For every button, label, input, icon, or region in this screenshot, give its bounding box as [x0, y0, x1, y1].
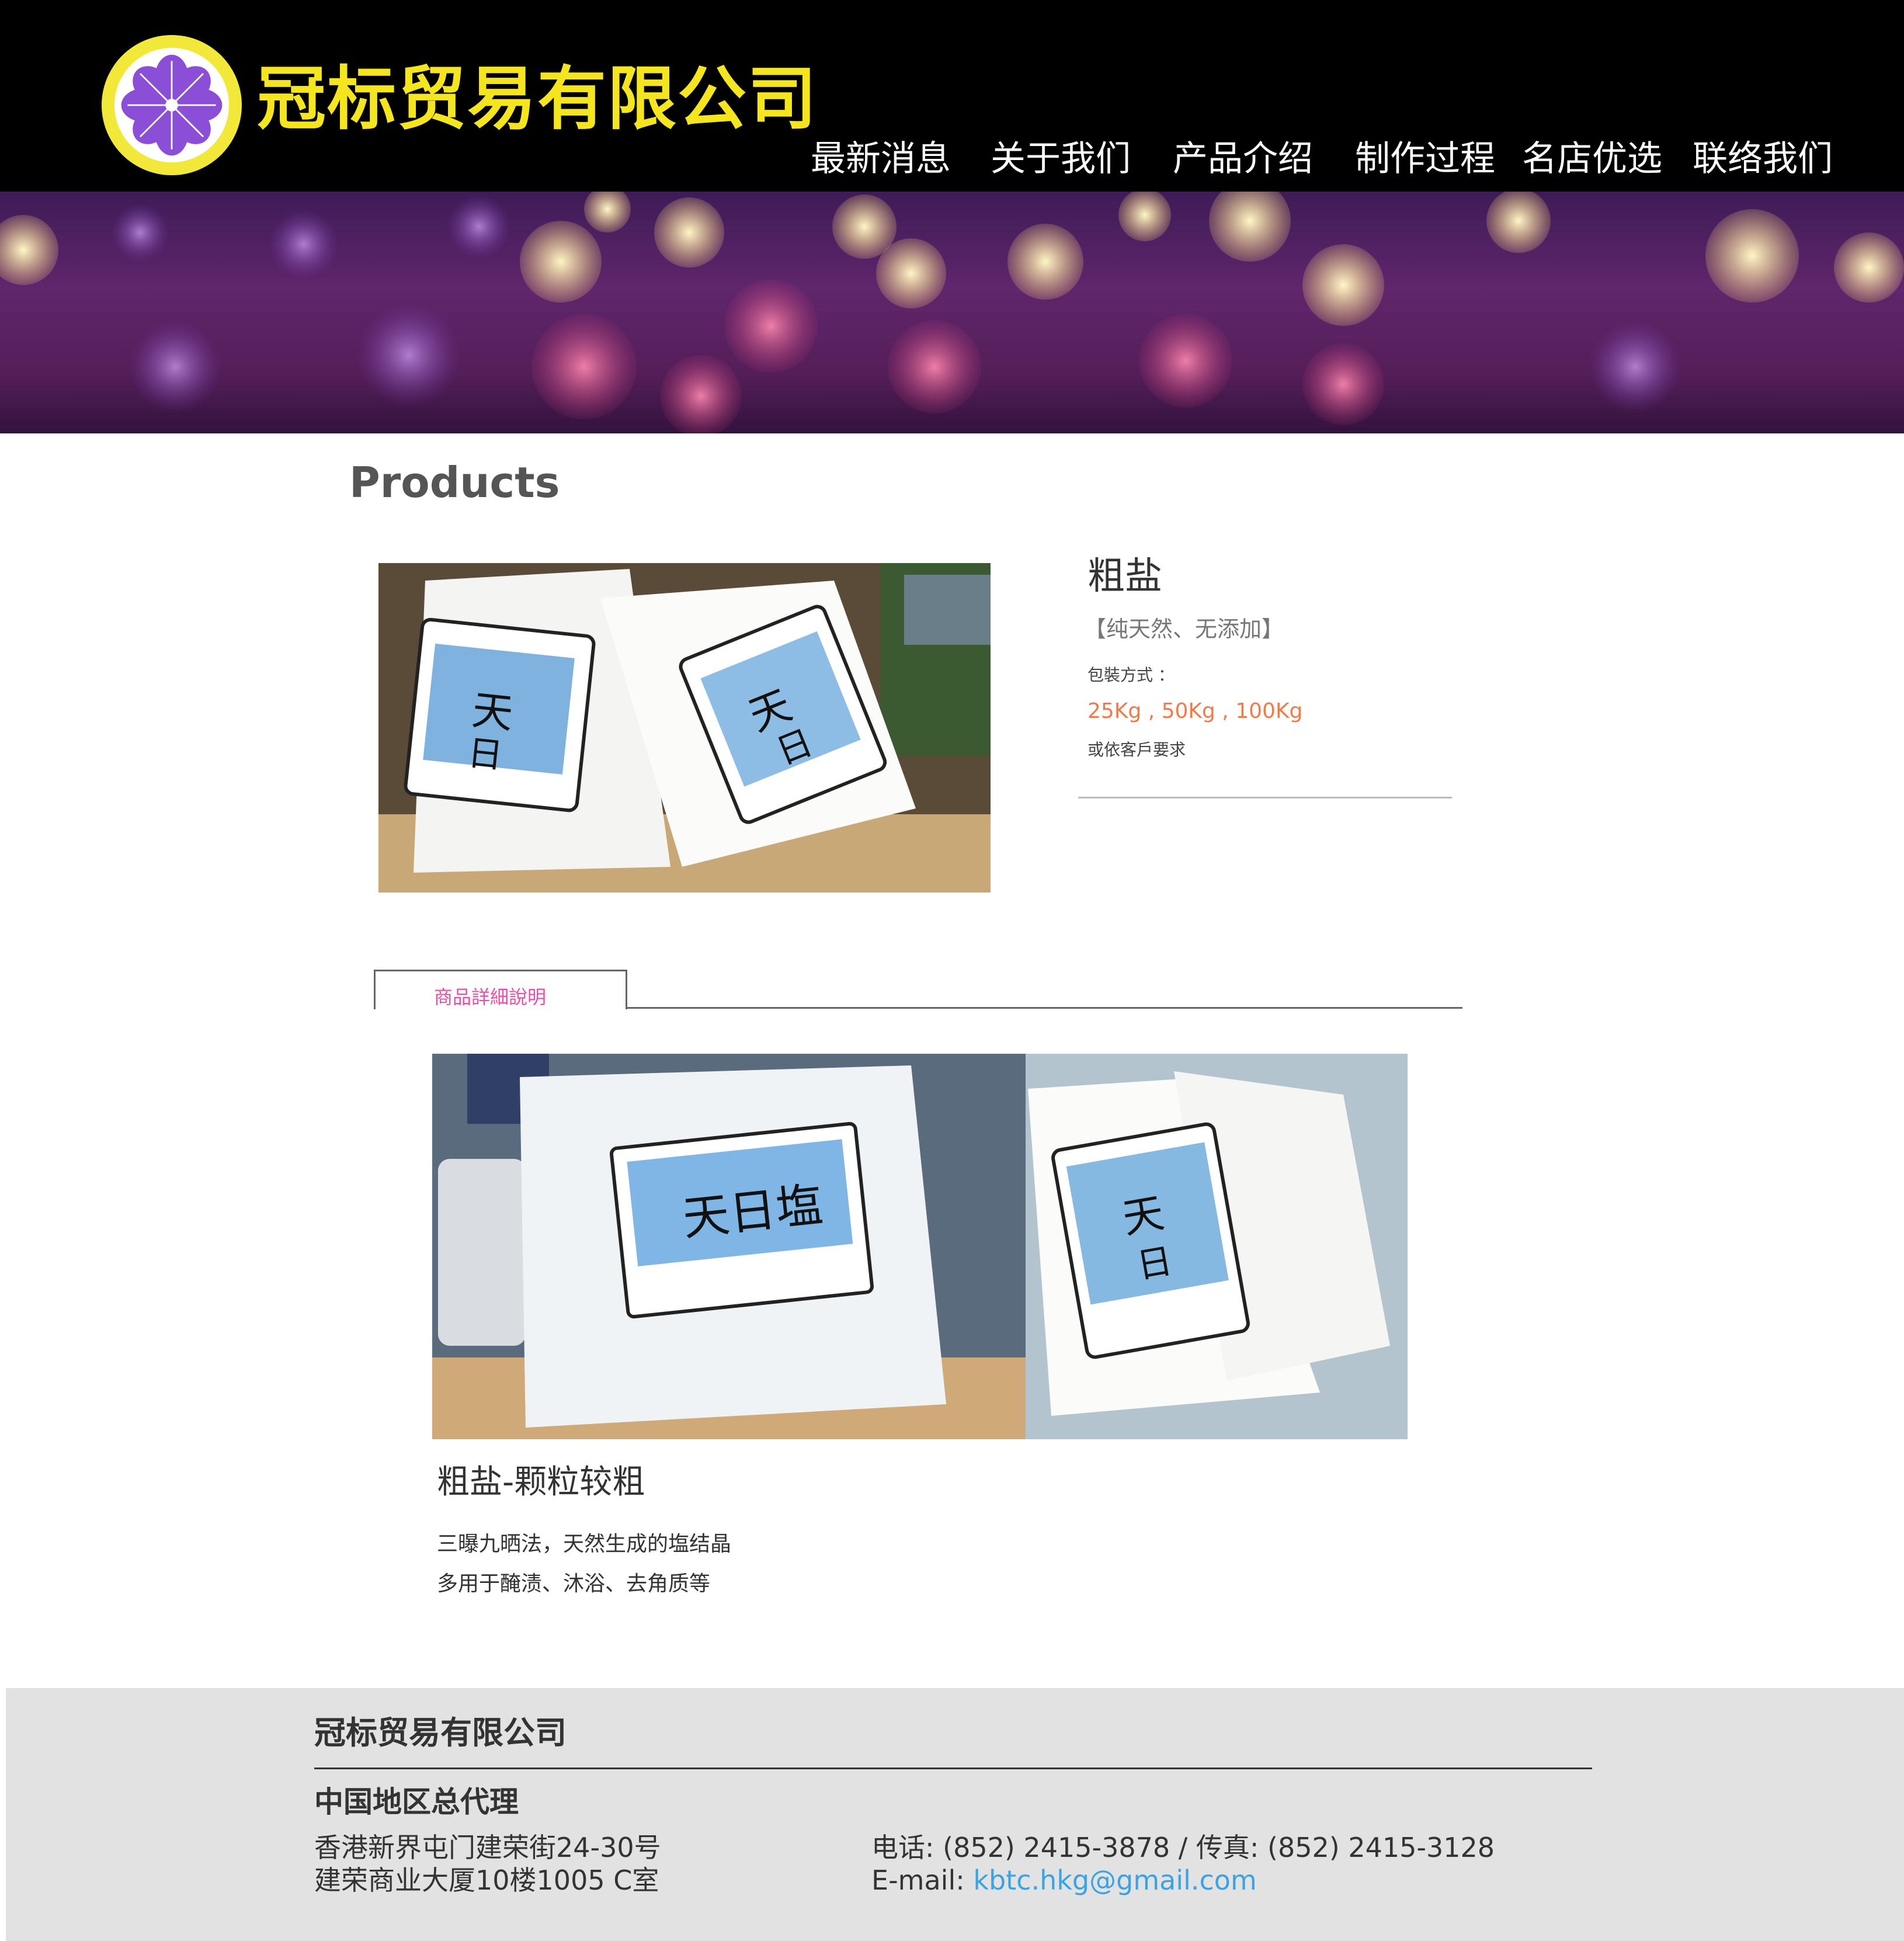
tab-divider — [627, 1007, 1462, 1009]
nav-item-products[interactable]: 产品介绍 — [1173, 136, 1313, 182]
footer-email-link[interactable]: kbtc.hkg@gmail.com — [973, 1864, 1256, 1896]
packaging-sizes: 25Kg , 50Kg , 100Kg — [1087, 699, 1303, 723]
product-tagline: 【纯天然、无添加】 — [1084, 616, 1284, 642]
nav-item-contact-us[interactable]: 联络我们 — [1693, 136, 1833, 182]
nav-item-featured-stores[interactable]: 名店优选 — [1522, 136, 1662, 182]
footer-divider — [314, 1768, 1592, 1769]
product-photo[interactable]: 天 日 天 日 — [378, 563, 991, 893]
footer-address-line-1: 香港新界屯门建荣街24-30号 — [314, 1832, 661, 1863]
footer-agent-title: 中国地区总代理 — [314, 1785, 519, 1819]
footer-email: E-mail: kbtc.hkg@gmail.com — [871, 1867, 1257, 1894]
detail-title: 粗盐-颗粒较粗 — [437, 1463, 645, 1501]
product-info-divider — [1078, 797, 1452, 798]
detail-line-1: 三曝九晒法，天然生成的塩结晶 — [437, 1532, 732, 1556]
svg-text:天: 天 — [470, 686, 515, 738]
tab-product-details[interactable]: 商品詳細說明 — [374, 970, 627, 1009]
nav-item-process[interactable]: 制作过程 — [1355, 136, 1495, 182]
nav-item-latest-news[interactable]: 最新消息 — [811, 136, 951, 182]
footer-email-label: E-mail: — [871, 1864, 974, 1896]
company-logo[interactable] — [102, 35, 242, 175]
footer-company-name: 冠标贸易有限公司 — [314, 1714, 567, 1751]
site-footer: 冠标贸易有限公司 中国地区总代理 香港新界屯门建荣街24-30号 建荣商业大厦1… — [6, 1688, 1904, 1941]
footer-phone-fax: 电话: (852) 2415-3878 / 传真: (852) 2415-312… — [871, 1832, 1495, 1863]
footer-address-line-2: 建荣商业大厦10楼1005 C室 — [314, 1864, 659, 1896]
nav-item-about-us[interactable]: 关于我们 — [991, 136, 1131, 182]
product-name: 粗盐 — [1087, 555, 1162, 598]
product-detail-photo[interactable]: 天日塩 天 日 — [432, 1054, 1408, 1439]
purple-flower-icon — [121, 54, 223, 156]
site-header: 冠标贸易有限公司 最新消息 关于我们 产品介绍 制作过程 名店优选 联络我们 — [0, 0, 1904, 192]
svg-text:天: 天 — [1119, 1189, 1168, 1243]
page-title: Products — [349, 458, 560, 507]
tab-product-details-label: 商品詳細說明 — [434, 986, 547, 1008]
detail-line-2: 多用于醃渍、沐浴、去角质等 — [437, 1572, 711, 1596]
hero-banner — [0, 192, 1904, 433]
svg-text:日: 日 — [1134, 1241, 1175, 1287]
company-name[interactable]: 冠标贸易有限公司 — [257, 64, 818, 133]
packaging-note: 或依客戶要求 — [1087, 740, 1186, 759]
packaging-label: 包裝方式 ： — [1087, 665, 1175, 685]
svg-text:日: 日 — [465, 732, 505, 777]
